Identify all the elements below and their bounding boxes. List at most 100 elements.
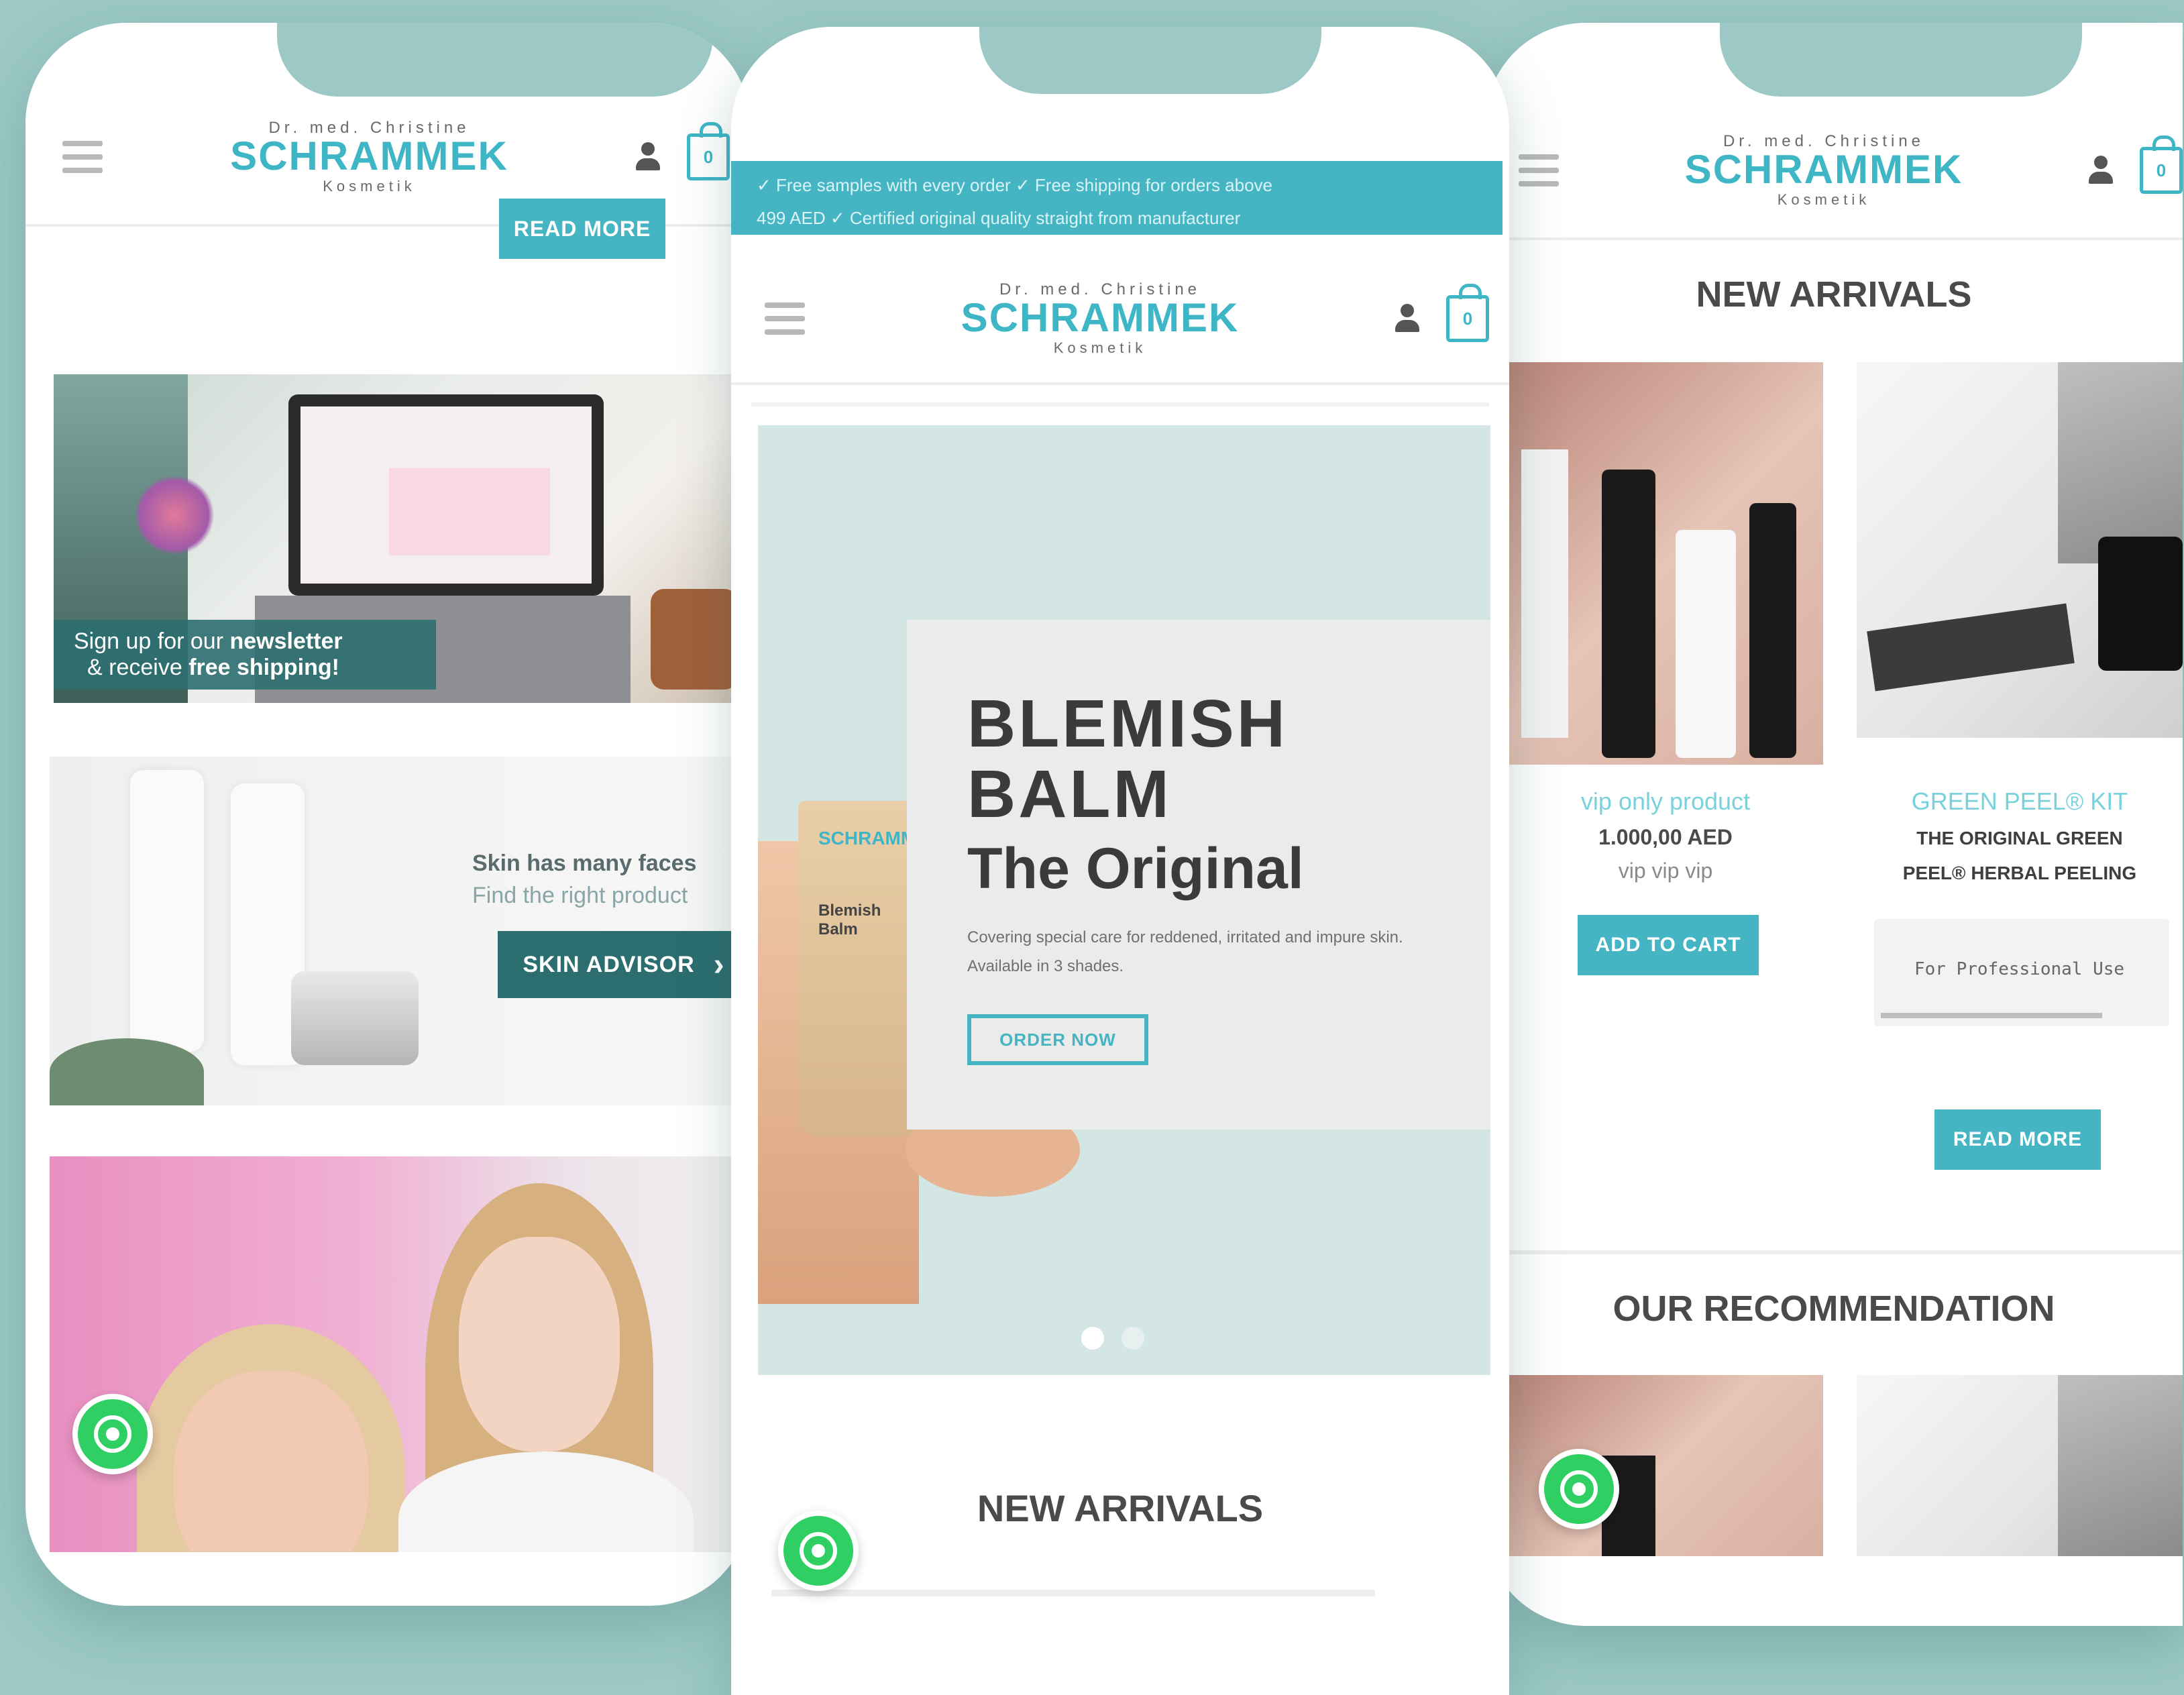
new-arrivals-label: NEW ARRIVALS	[977, 1487, 1264, 1529]
product-image-green-peel[interactable]	[1857, 362, 2183, 738]
brand-logo[interactable]: Dr. med. Christine SCHRAMMEK Kosmetik	[1685, 133, 1963, 207]
cream-jar-image	[291, 971, 419, 1065]
promo-line: ✓ Free samples with every order ✓ Free s…	[757, 175, 1273, 195]
newsletter-text: Sign up for our	[74, 628, 230, 654]
order-now-button[interactable]: ORDER NOW	[967, 1014, 1148, 1065]
tube-product-label: Blemish Balm	[818, 901, 881, 938]
newsletter-strong: newsletter	[229, 628, 343, 654]
brand-logo[interactable]: Dr. med. Christine SCHRAMMEK Kosmetik	[961, 282, 1240, 356]
new-arrivals-label: NEW ARRIVALS	[1696, 274, 1972, 315]
account-icon[interactable]	[2089, 156, 2113, 185]
newsletter-caption: Sign up for our newsletter & receive fre…	[54, 620, 436, 690]
recommended-product-image[interactable]	[1857, 1375, 2183, 1556]
founders-photo	[50, 1156, 750, 1552]
logo-line-big: SCHRAMMEK	[961, 295, 1240, 340]
product-note: vip vip vip	[1618, 859, 1713, 883]
logo-line-big: SCHRAMMEK	[1684, 147, 1963, 192]
read-more-button[interactable]: READ MORE	[499, 199, 665, 259]
hero-slider[interactable]: SCHRAMMEK Blemish Balm BLEMISH BALM The …	[758, 425, 1490, 1375]
account-icon[interactable]	[636, 142, 660, 172]
add-to-cart-label: ADD TO CART	[1595, 934, 1741, 956]
new-arrivals-heading: NEW ARRIVALS	[1485, 274, 2183, 315]
whatsapp-icon[interactable]	[1539, 1449, 1619, 1529]
newsletter-line-2: & receive free shipping!	[74, 655, 436, 681]
hero-description: Covering special care for reddened, irri…	[967, 928, 1403, 976]
phone-notch	[979, 27, 1321, 94]
read-more-label: READ MORE	[513, 216, 651, 241]
read-more-label: READ MORE	[1953, 1128, 2083, 1150]
hero-subtitle: The Original	[967, 836, 1304, 901]
skin-advisor-banner: Skin has many faces Find the right produ…	[50, 757, 750, 1105]
newsletter-strong: free shipping!	[188, 655, 339, 680]
site-header: Dr. med. Christine SCHRAMMEK Kosmetik 0	[731, 255, 1509, 385]
product-option-field[interactable]: For Professional Use	[1874, 919, 2169, 1026]
hero-title: BALM	[967, 757, 1172, 832]
brand-logo[interactable]: Dr. med. Christine SCHRAMMEK Kosmetik	[230, 120, 508, 194]
product-bottle-image	[130, 770, 204, 1052]
person-face-image	[459, 1237, 620, 1452]
coffee-cup-image	[651, 589, 738, 690]
section-divider	[1485, 1250, 2183, 1254]
newsletter-banner[interactable]: Sign up for our newsletter & receive fre…	[54, 374, 750, 703]
slider-dot-active[interactable]	[1081, 1327, 1104, 1350]
promo-line: 499 AED ✓ Certified original quality str…	[757, 208, 1241, 229]
product-bottle-image	[1602, 470, 1655, 758]
promo-bar: ✓ Free samples with every order ✓ Free s…	[731, 161, 1503, 235]
order-now-label: ORDER NOW	[999, 1029, 1116, 1050]
header-actions: 0	[1395, 284, 1489, 342]
leaf-image	[50, 1038, 204, 1105]
marble-stone-image	[2058, 362, 2183, 563]
slider-dot[interactable]	[1122, 1327, 1144, 1350]
site-header: Dr. med. Christine SCHRAMMEK Kosmetik 0	[1485, 103, 2183, 240]
hero-card: BLEMISH BALM The Original Covering speci…	[907, 620, 1490, 1130]
logo-line-sub: Kosmetik	[323, 178, 416, 195]
add-to-cart-button[interactable]: ADD TO CART	[1578, 915, 1759, 975]
chevron-right-icon: ›	[713, 946, 725, 983]
product-image-vip[interactable]	[1508, 362, 1823, 765]
account-icon[interactable]	[1395, 304, 1419, 333]
cart-count: 0	[1462, 308, 1473, 329]
logo-line-sub: Kosmetik	[1777, 191, 1871, 208]
menu-icon[interactable]	[765, 303, 805, 335]
phone-notch	[277, 23, 713, 97]
cart-count: 0	[2156, 160, 2167, 180]
header-actions: 0	[2089, 135, 2183, 194]
product-bottle-image	[1521, 449, 1568, 738]
product-tube-image	[1676, 530, 1736, 758]
phone-right-screen: Dr. med. Christine SCHRAMMEK Kosmetik 0 …	[1485, 23, 2183, 1626]
skin-advisor-subline: Find the right product	[472, 883, 688, 908]
product-name[interactable]: vip only product	[1508, 787, 1823, 816]
menu-icon[interactable]	[1519, 154, 1559, 186]
scrollbar[interactable]	[1881, 1013, 2102, 1018]
skin-advisor-headline: Skin has many faces	[472, 851, 697, 876]
product-description: THE ORIGINAL GREEN	[1916, 828, 2123, 849]
phone-left-screen: Dr. med. Christine SCHRAMMEK Kosmetik 0 …	[25, 23, 750, 1606]
newsletter-text: & receive	[87, 655, 189, 680]
menu-icon[interactable]	[62, 141, 103, 173]
logo-line-big: SCHRAMMEK	[230, 133, 508, 178]
product-description: PEEL® HERBAL PEELING	[1902, 863, 2137, 883]
product-name[interactable]: GREEN PEEL® KIT	[1857, 787, 2183, 816]
header-actions: 0	[636, 122, 730, 180]
phone-notch	[1720, 23, 2082, 97]
product-jar-image	[2098, 537, 2183, 671]
section-divider	[771, 1590, 1375, 1596]
product-option-text: For Professional Use	[1914, 959, 2125, 979]
logo-line-sub: Kosmetik	[1053, 339, 1147, 356]
person-face-image	[174, 1371, 368, 1552]
product-bottle-image	[1749, 503, 1796, 758]
cart-icon[interactable]: 0	[687, 122, 730, 180]
skin-advisor-label: SKIN ADVISOR	[523, 951, 695, 977]
cart-icon[interactable]: 0	[2140, 135, 2183, 194]
peel-tool-image	[1867, 603, 2075, 692]
newsletter-line-1: Sign up for our newsletter	[74, 628, 436, 655]
hero-title: BLEMISH	[967, 686, 1288, 761]
phone-center-screen: ✓ Free samples with every order ✓ Free s…	[731, 27, 1509, 1695]
whatsapp-icon[interactable]	[72, 1394, 153, 1474]
flower-vase-image	[134, 475, 215, 555]
read-more-button[interactable]: READ MORE	[1934, 1109, 2101, 1170]
cart-icon[interactable]: 0	[1446, 284, 1489, 342]
product-price: 1.000,00 AED	[1598, 825, 1733, 849]
skin-advisor-button[interactable]: SKIN ADVISOR ›	[498, 931, 750, 998]
whatsapp-icon[interactable]	[778, 1511, 859, 1591]
